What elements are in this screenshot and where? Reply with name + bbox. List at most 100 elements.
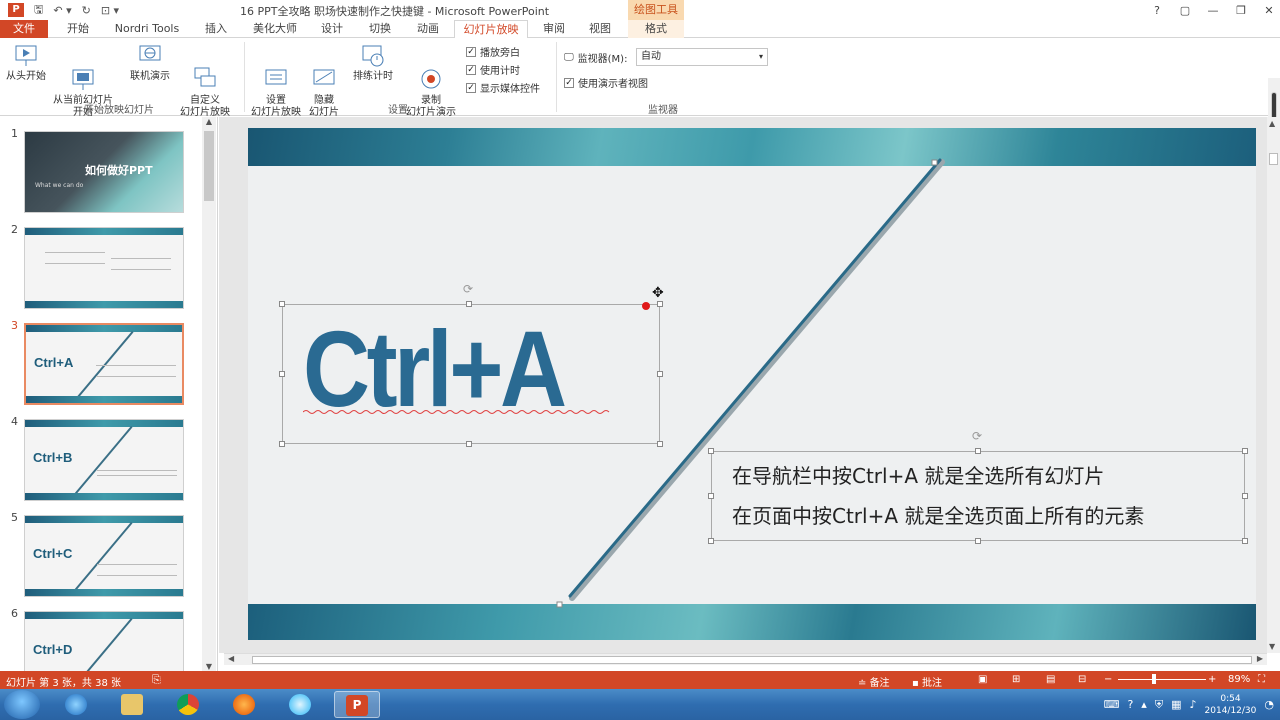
notes-button[interactable]: ≐ 备注 [858, 674, 890, 689]
use-timings-checkbox[interactable]: ✓ 使用计时 [466, 62, 520, 77]
tab-insert[interactable]: 插入 [198, 20, 234, 38]
spellcheck-icon[interactable]: ⎘ [152, 673, 161, 687]
resize-handle[interactable] [1242, 538, 1248, 544]
resize-handle[interactable] [1242, 493, 1248, 499]
resize-handle[interactable] [466, 301, 472, 307]
scroll-down-icon[interactable]: ▼ [202, 662, 216, 671]
show-desktop-icon[interactable]: ◔ [1264, 698, 1274, 711]
description-textbox[interactable]: 在导航栏中按Ctrl+A 就是全选所有幻灯片 在页面中按Ctrl+A 就是全选页… [711, 451, 1245, 541]
tab-home[interactable]: 开始 [60, 20, 96, 38]
help-icon[interactable]: ? [1127, 698, 1133, 711]
scroll-down-icon[interactable]: ▼ [1269, 642, 1275, 651]
current-slide[interactable]: Ctrl+A ⟳ 在导航栏中按Ctrl+A 就是全选所有幻灯片 在页面中按Ctr… [248, 128, 1256, 640]
monitor-select[interactable]: 自动 ▾ [636, 48, 768, 66]
present-online-button[interactable]: 联机演示 [126, 42, 174, 83]
rehearse-timings-button[interactable]: 排练计时 [350, 42, 396, 83]
slide-horizontal-scrollbar[interactable]: ◀ ▶ [224, 653, 1267, 665]
start-button-icon[interactable] [4, 690, 40, 719]
scroll-up-icon[interactable]: ▲ [1269, 119, 1275, 128]
thumbnail-image-selected[interactable]: Ctrl+A [24, 323, 184, 405]
scroll-up-icon[interactable]: ▲ [202, 117, 216, 126]
resize-handle[interactable] [708, 493, 714, 499]
tab-design[interactable]: 设计 [314, 20, 350, 38]
status-bar: 幻灯片 第 3 张，共 38 张 ⎘ ≐ 备注 ▪ 批注 ▣ ⊞ ▤ ⊟ − +… [0, 671, 1280, 689]
window-controls: ? ▢ — ❐ ✕ [1150, 0, 1276, 20]
slide-sorter-icon[interactable]: ⊞ [1012, 674, 1020, 685]
comments-button[interactable]: ▪ 批注 [912, 674, 942, 689]
tab-transitions[interactable]: 切换 [362, 20, 398, 38]
scroll-right-icon[interactable]: ▶ [1257, 654, 1263, 663]
taskbar-app-5[interactable] [278, 691, 324, 718]
tab-slide-show[interactable]: 幻灯片放映 [454, 20, 528, 39]
zoom-level[interactable]: 89% [1228, 674, 1250, 685]
thumbnail-image[interactable] [24, 227, 184, 309]
resize-handle[interactable] [466, 441, 472, 447]
heading-textbox[interactable]: Ctrl+A [282, 304, 660, 444]
thumbnail-image[interactable]: Ctrl+C [24, 515, 184, 597]
slide-vertical-scrollbar[interactable]: ▲ ▼ [1267, 117, 1280, 653]
taskbar-ie[interactable] [54, 691, 100, 718]
clock[interactable]: 0:54 2014/12/30 [1205, 693, 1257, 717]
taskbar-powerpoint[interactable]: P [334, 691, 380, 718]
close-button[interactable]: ✕ [1262, 4, 1276, 17]
tab-nordri-tools[interactable]: Nordri Tools [108, 20, 186, 38]
minimize-button[interactable]: — [1206, 4, 1220, 17]
resize-handle[interactable] [657, 441, 663, 447]
zoom-slider-thumb[interactable] [1152, 674, 1156, 684]
resize-handle[interactable] [279, 441, 285, 447]
resize-handle[interactable] [1242, 448, 1248, 454]
thumbnail-scrollbar[interactable]: ▲ ▼ [202, 117, 216, 671]
normal-view-icon[interactable]: ▣ [978, 674, 987, 685]
resize-handle[interactable] [708, 448, 714, 454]
slideshow-view-icon[interactable]: ⊟ [1078, 674, 1086, 685]
network-icon[interactable]: ▦ [1171, 698, 1181, 711]
zoom-in-icon[interactable]: + [1208, 674, 1216, 685]
reading-view-icon[interactable]: ▤ [1046, 674, 1055, 685]
taskbar-chrome[interactable] [166, 691, 212, 718]
from-beginning-button[interactable]: 从头开始 [2, 42, 50, 83]
powerpoint-icon[interactable]: P [8, 3, 24, 17]
rotate-handle-icon[interactable]: ⟳ [463, 282, 473, 296]
presenter-view-checkbox[interactable]: ✓ 使用演示者视图 [564, 75, 648, 90]
scroll-left-icon[interactable]: ◀ [228, 654, 234, 663]
group-label-start-slideshow: 开始放映幻灯片 [84, 105, 154, 116]
resize-handle[interactable] [657, 371, 663, 377]
show-media-controls-checkbox[interactable]: ✓ 显示媒体控件 [466, 80, 540, 95]
tab-file[interactable]: 文件 [0, 20, 48, 38]
resize-handle[interactable] [657, 301, 663, 307]
slide-scrollbar-thumb[interactable] [1269, 153, 1278, 165]
taskbar-explorer[interactable] [110, 691, 156, 718]
volume-icon[interactable]: ♪ [1189, 698, 1196, 711]
ribbon-display-button[interactable]: ▢ [1178, 4, 1192, 17]
resize-handle[interactable] [975, 448, 981, 454]
help-button[interactable]: ? [1150, 4, 1164, 17]
resize-handle[interactable] [279, 371, 285, 377]
thumbnail-image[interactable]: Ctrl+B [24, 419, 184, 501]
security-icon[interactable]: ⛨ [1155, 698, 1163, 712]
tab-review[interactable]: 审阅 [536, 20, 572, 38]
undo-icon[interactable]: ↶ ▾ [53, 4, 71, 17]
taskbar-app-4[interactable] [222, 691, 268, 718]
resize-handle[interactable] [708, 538, 714, 544]
keyboard-icon[interactable]: ⌨ [1104, 698, 1120, 711]
rotate-handle-icon[interactable]: ⟳ [972, 429, 982, 443]
zoom-out-icon[interactable]: − [1104, 674, 1112, 685]
tab-view[interactable]: 视图 [582, 20, 618, 38]
resize-handle[interactable] [975, 538, 981, 544]
play-narrations-checkbox[interactable]: ✓ 播放旁白 [466, 44, 520, 59]
tab-beautify[interactable]: 美化大师 [248, 20, 302, 38]
resize-handle[interactable] [279, 301, 285, 307]
save-icon[interactable]: 🖫 [34, 1, 43, 20]
tab-animations[interactable]: 动画 [410, 20, 446, 38]
horizontal-scrollbar-thumb[interactable] [252, 656, 1252, 664]
tab-format[interactable]: 格式 [628, 20, 684, 38]
fit-slide-icon[interactable]: ⛶ [1258, 674, 1265, 685]
redo-icon[interactable]: ↻ [82, 4, 91, 17]
zoom-slider[interactable] [1118, 679, 1206, 680]
thumbnail-scrollbar-thumb[interactable] [204, 131, 214, 201]
start-slideshow-icon[interactable]: ⊡ ▾ [101, 4, 119, 17]
thumbnail-image[interactable]: 如何做好PPT What we can do [24, 131, 184, 213]
thumbnail-image[interactable]: Ctrl+D [24, 611, 184, 671]
tray-arrow-icon[interactable]: ▴ [1141, 698, 1147, 711]
restore-button[interactable]: ❐ [1234, 4, 1248, 17]
